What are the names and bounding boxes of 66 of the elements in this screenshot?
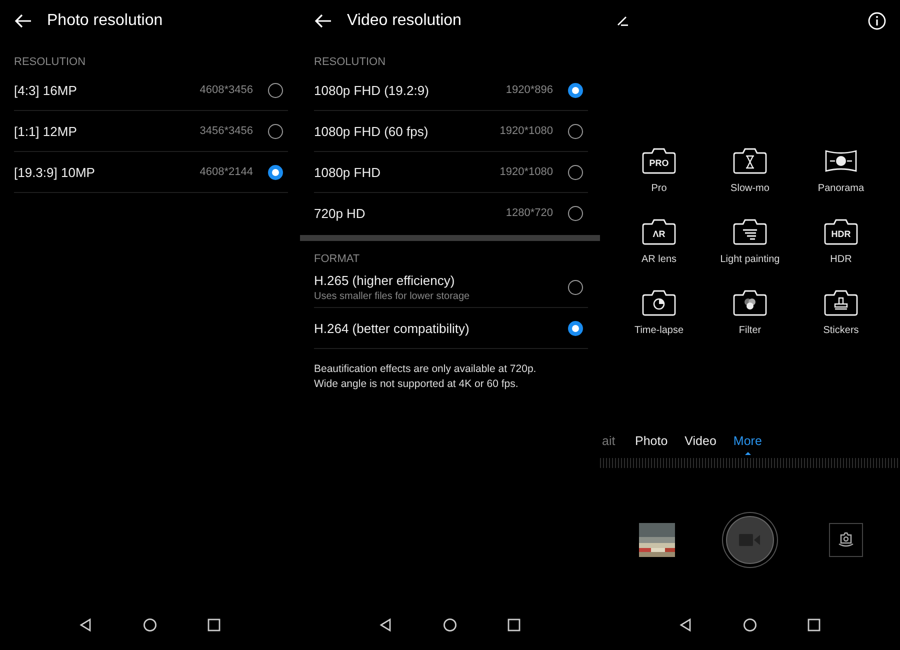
radio-button[interactable] bbox=[268, 164, 283, 180]
radio-button[interactable] bbox=[568, 164, 583, 180]
mode-label[interactable]: Light painting bbox=[720, 254, 780, 265]
recents-icon[interactable] bbox=[807, 618, 821, 632]
radio-button[interactable] bbox=[568, 206, 583, 220]
video-camera-icon bbox=[739, 533, 761, 547]
option-label: H.264 (better compatibility) bbox=[314, 320, 470, 336]
back-nav-icon[interactable] bbox=[679, 618, 693, 632]
mode-label[interactable]: AR lens bbox=[641, 254, 676, 265]
resolution-option[interactable]: [1:1] 12MP 3456*3456 bbox=[14, 111, 288, 152]
section-label: RESOLUTION bbox=[314, 56, 387, 70]
resolution-option[interactable]: 720p HD 1280*720 bbox=[314, 193, 588, 233]
mode-label[interactable]: Filter bbox=[738, 325, 762, 336]
section-label: RESOLUTION bbox=[14, 56, 87, 70]
pencil-icon[interactable] bbox=[617, 16, 629, 26]
section-label: FORMAT bbox=[314, 253, 361, 267]
panorama-icon[interactable] bbox=[824, 147, 858, 175]
mode-label[interactable]: HDR bbox=[830, 254, 852, 265]
mode-icon[interactable] bbox=[733, 289, 767, 317]
mode-tab[interactable]: ait bbox=[602, 434, 618, 455]
resolution-option[interactable]: 1080p FHD (19.2:9) 1920*896 bbox=[314, 70, 588, 111]
mode-label[interactable]: Slow-mo bbox=[730, 183, 770, 194]
radio-button[interactable] bbox=[268, 82, 283, 98]
mode-icon[interactable] bbox=[733, 147, 767, 175]
mode-label[interactable]: Stickers bbox=[823, 325, 859, 336]
note-text: Beautification effects are only available at 720p. bbox=[314, 363, 538, 375]
mode-icon[interactable]: HDR bbox=[824, 218, 858, 246]
mode-icon[interactable] bbox=[642, 289, 676, 317]
back-icon[interactable] bbox=[314, 14, 332, 28]
mode-icon[interactable]: PRO bbox=[642, 147, 676, 175]
mode-tab[interactable]: Video bbox=[684, 434, 716, 455]
info-icon[interactable] bbox=[868, 12, 886, 30]
back-nav-icon[interactable] bbox=[79, 618, 93, 632]
option-hint: Uses smaller files for lower storage bbox=[314, 290, 471, 302]
mode-icon[interactable] bbox=[824, 289, 858, 317]
mode-label[interactable]: Pro bbox=[651, 183, 667, 194]
mode-tab[interactable]: More bbox=[733, 434, 762, 455]
home-icon[interactable] bbox=[143, 618, 157, 632]
mode-tab[interactable]: Photo bbox=[635, 434, 668, 455]
resolution-option[interactable]: 1080p FHD 1920*1080 bbox=[314, 152, 588, 193]
radio-button[interactable] bbox=[568, 320, 583, 336]
mode-icon[interactable]: ΛR bbox=[642, 218, 676, 246]
mode-label[interactable]: Panorama bbox=[818, 183, 864, 194]
home-icon[interactable] bbox=[743, 618, 757, 632]
radio-button[interactable] bbox=[568, 280, 583, 294]
recents-icon[interactable] bbox=[207, 618, 221, 632]
mode-label[interactable]: Time-lapse bbox=[634, 325, 684, 336]
screen-title: Photo resolution bbox=[47, 12, 163, 30]
recents-icon[interactable] bbox=[507, 618, 521, 632]
switch-camera-icon bbox=[836, 531, 856, 549]
note-text: Wide angle is not supported at 4K or 60 fps. bbox=[314, 378, 520, 390]
radio-button[interactable] bbox=[268, 124, 283, 138]
resolution-option[interactable]: [4:3] 16MP 4608*3456 bbox=[14, 70, 288, 111]
resolution-option[interactable]: 1080p FHD (60 fps) 1920*1080 bbox=[314, 111, 588, 152]
resolution-option[interactable]: [19.3:9] 10MP 4608*2144 bbox=[14, 152, 288, 193]
radio-button[interactable] bbox=[568, 82, 583, 98]
switch-camera-button[interactable] bbox=[829, 523, 863, 557]
back-nav-icon[interactable] bbox=[379, 618, 393, 632]
format-option[interactable]: H.264 (better compatibility) bbox=[314, 308, 588, 349]
option-label: H.265 (higher efficiency) bbox=[314, 272, 456, 288]
radio-button[interactable] bbox=[568, 124, 583, 138]
home-icon[interactable] bbox=[443, 618, 457, 632]
back-icon[interactable] bbox=[14, 14, 32, 28]
mode-icon[interactable] bbox=[733, 218, 767, 246]
screen-title: Video resolution bbox=[347, 12, 462, 30]
format-option[interactable]: H.265 (higher efficiency) Uses smaller files for lower storage bbox=[314, 267, 588, 308]
